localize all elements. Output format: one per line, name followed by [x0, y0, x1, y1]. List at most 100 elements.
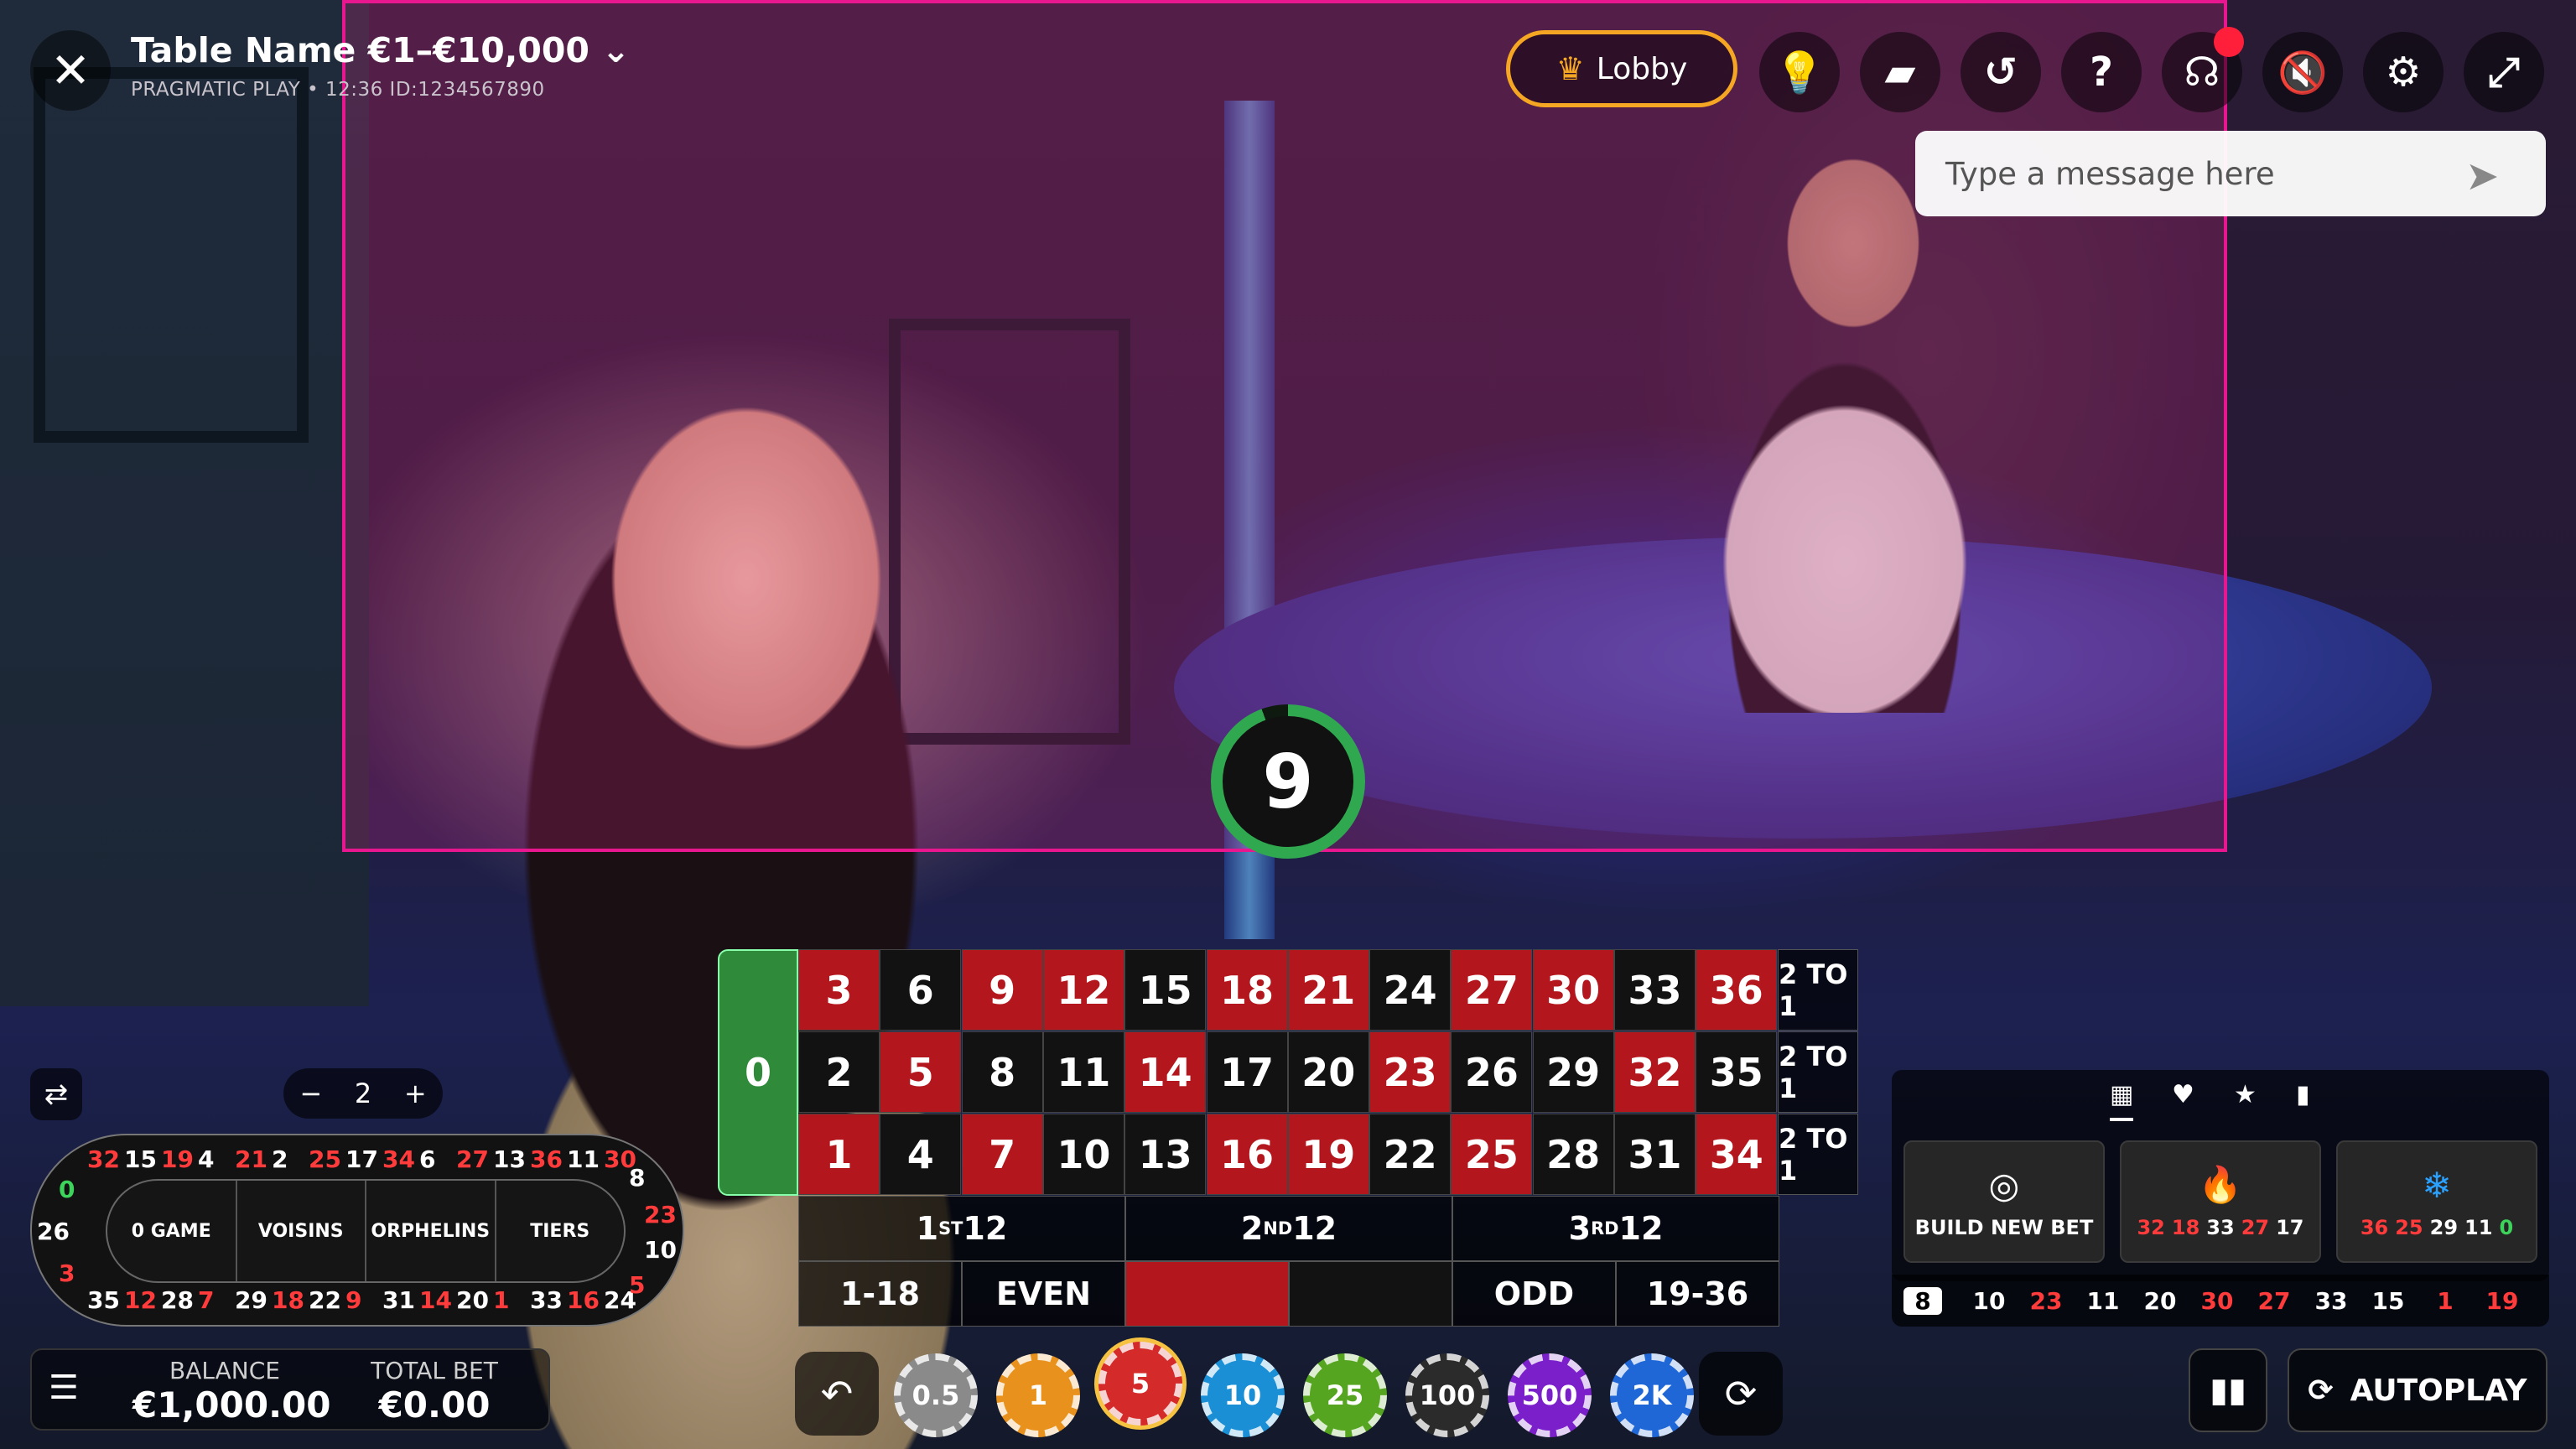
- stats-icon[interactable]: ▮: [2296, 1080, 2310, 1109]
- mute-icon[interactable]: 🔇: [2262, 32, 2343, 112]
- racetrack-number-20[interactable]: 20: [456, 1286, 489, 1314]
- racetrack-number-32[interactable]: 32: [87, 1145, 120, 1173]
- close-button[interactable]: ✕: [30, 30, 111, 111]
- bet-number-35[interactable]: 35: [1696, 1031, 1778, 1113]
- racetrack-number-36[interactable]: 36: [530, 1145, 563, 1173]
- gear-icon[interactable]: ⚙: [2363, 32, 2444, 112]
- bet-number-21[interactable]: 21: [1287, 949, 1369, 1031]
- bet-dozen-2[interactable]: 2 ND 12: [1125, 1196, 1452, 1261]
- racetrack-number-35[interactable]: 35: [87, 1286, 120, 1314]
- racetrack-number-3[interactable]: 3: [59, 1259, 75, 1287]
- bet-number-5[interactable]: 5: [880, 1031, 962, 1113]
- fullscreen-icon[interactable]: ⤢: [2464, 32, 2544, 112]
- bet-dozen-1[interactable]: 1 ST 12: [798, 1196, 1125, 1261]
- bet-number-1[interactable]: 1: [798, 1114, 880, 1195]
- bet-number-22[interactable]: 22: [1369, 1114, 1452, 1195]
- bet-number-27[interactable]: 27: [1451, 949, 1533, 1031]
- racetrack-number-9[interactable]: 9: [345, 1286, 361, 1314]
- chat-icon[interactable]: ▰: [1860, 32, 1940, 112]
- racetrack-number-0[interactable]: 0: [59, 1176, 75, 1203]
- star-icon[interactable]: ★: [2234, 1080, 2257, 1109]
- bet-odd[interactable]: ODD: [1452, 1261, 1616, 1327]
- plus-button[interactable]: +: [404, 1078, 427, 1109]
- racetrack-number-4[interactable]: 4: [198, 1145, 214, 1173]
- bet-number-26[interactable]: 26: [1451, 1031, 1533, 1113]
- racetrack-number-17[interactable]: 17: [345, 1145, 378, 1173]
- minus-button[interactable]: −: [299, 1078, 322, 1109]
- bet-number-10[interactable]: 10: [1042, 1114, 1124, 1195]
- racetrack-number-6[interactable]: 6: [419, 1145, 435, 1173]
- hot-numbers-card[interactable]: 🔥 32 18 33 27 17: [2120, 1140, 2321, 1263]
- section-orphelins[interactable]: ORPHELINS: [366, 1181, 496, 1281]
- chip-10[interactable]: 10: [1201, 1353, 1285, 1437]
- bet-number-25[interactable]: 25: [1451, 1114, 1533, 1195]
- bet-black[interactable]: [1289, 1261, 1452, 1327]
- racetrack-number-14[interactable]: 14: [419, 1286, 452, 1314]
- neighbours-stepper[interactable]: − 2 +: [283, 1068, 443, 1119]
- bet-number-29[interactable]: 29: [1532, 1031, 1614, 1113]
- undo-icon[interactable]: ↶: [795, 1352, 879, 1436]
- heart-icon[interactable]: ♥: [2172, 1080, 2194, 1109]
- bet-number-6[interactable]: 6: [880, 949, 962, 1031]
- bet-number-34[interactable]: 34: [1696, 1114, 1778, 1195]
- bet-number-3[interactable]: 3: [798, 949, 880, 1031]
- racetrack-number-13[interactable]: 13: [493, 1145, 526, 1173]
- bet-number-13[interactable]: 13: [1124, 1114, 1207, 1195]
- bet-number-20[interactable]: 20: [1287, 1031, 1369, 1113]
- chip-25[interactable]: 25: [1303, 1353, 1387, 1437]
- racetrack-number-11[interactable]: 11: [567, 1145, 600, 1173]
- bet-19-36[interactable]: 19-36: [1616, 1261, 1779, 1327]
- chip-1[interactable]: 1: [996, 1353, 1080, 1437]
- racetrack-number-21[interactable]: 21: [235, 1145, 267, 1173]
- racetrack-number-23[interactable]: 23: [644, 1201, 677, 1228]
- bet-red[interactable]: [1125, 1261, 1289, 1327]
- racetrack-number-31[interactable]: 31: [382, 1286, 415, 1314]
- section-voisins[interactable]: VOISINS: [237, 1181, 366, 1281]
- racetrack-number-34[interactable]: 34: [382, 1145, 415, 1173]
- bet-number-31[interactable]: 31: [1614, 1114, 1696, 1195]
- bet-number-7[interactable]: 7: [961, 1114, 1043, 1195]
- lobby-button[interactable]: ♛ Lobby: [1506, 30, 1737, 107]
- bet-dozen-3[interactable]: 3 RD 12: [1452, 1196, 1779, 1261]
- racetrack-number-10[interactable]: 10: [644, 1236, 677, 1264]
- help-icon[interactable]: ?: [2061, 32, 2142, 112]
- racetrack-number-15[interactable]: 15: [124, 1145, 157, 1173]
- history-icon[interactable]: ↺: [1961, 32, 2041, 112]
- chip-0.5[interactable]: 0.5: [894, 1353, 978, 1437]
- bet-number-8[interactable]: 8: [961, 1031, 1043, 1113]
- bet-number-16[interactable]: 16: [1206, 1114, 1288, 1195]
- racetrack-number-19[interactable]: 19: [161, 1145, 194, 1173]
- chat-input[interactable]: Type a message here: [1915, 131, 2546, 216]
- bet-number-19[interactable]: 19: [1287, 1114, 1369, 1195]
- bet-column-2[interactable]: 2 TO 1: [1778, 1031, 1858, 1113]
- bet-even[interactable]: EVEN: [962, 1261, 1125, 1327]
- bet-number-24[interactable]: 24: [1369, 949, 1452, 1031]
- support-icon[interactable]: ☊: [2162, 27, 2244, 112]
- racetrack-number-22[interactable]: 22: [309, 1286, 341, 1314]
- bet-1-18[interactable]: 1-18: [798, 1261, 962, 1327]
- racetrack-number-26[interactable]: 26: [37, 1218, 70, 1245]
- autoplay-button[interactable]: ⟳ AUTOPLAY: [2288, 1348, 2547, 1432]
- bet-number-23[interactable]: 23: [1369, 1031, 1452, 1113]
- bet-number-18[interactable]: 18: [1206, 949, 1288, 1031]
- racetrack-number-29[interactable]: 29: [235, 1286, 267, 1314]
- racetrack-number-5[interactable]: 5: [629, 1271, 645, 1299]
- cold-numbers-card[interactable]: ❄ 36 25 29 11 0: [2336, 1140, 2537, 1263]
- racetrack-number-1[interactable]: 1: [493, 1286, 509, 1314]
- chip-5[interactable]: 5: [1098, 1342, 1182, 1426]
- bet-number-32[interactable]: 32: [1614, 1031, 1696, 1113]
- racetrack-number-18[interactable]: 18: [272, 1286, 304, 1314]
- bet-number-33[interactable]: 33: [1614, 949, 1696, 1031]
- chip-500[interactable]: 500: [1508, 1353, 1592, 1437]
- section-tiers[interactable]: TIERS: [496, 1181, 625, 1281]
- bet-number-9[interactable]: 9: [961, 949, 1043, 1031]
- racetrack-number-2[interactable]: 2: [272, 1145, 288, 1173]
- chip-2K[interactable]: 2K: [1610, 1353, 1694, 1437]
- section-zero-game[interactable]: 0 GAME: [107, 1181, 237, 1281]
- bet-number-36[interactable]: 36: [1696, 949, 1778, 1031]
- racetrack-number-28[interactable]: 28: [161, 1286, 194, 1314]
- racetrack-number-7[interactable]: 7: [198, 1286, 214, 1314]
- bet-number-4[interactable]: 4: [880, 1114, 962, 1195]
- bet-number-30[interactable]: 30: [1532, 949, 1614, 1031]
- grid-icon[interactable]: ▦: [2110, 1080, 2134, 1121]
